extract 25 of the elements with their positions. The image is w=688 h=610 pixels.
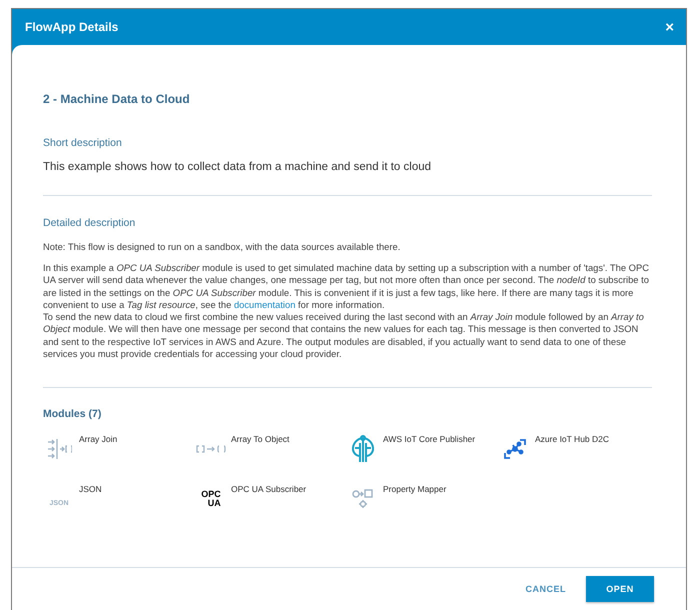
array-join-icon	[46, 438, 72, 460]
module-name[interactable]: OPC UA Subscriber	[231, 484, 306, 494]
open-button[interactable]: OPEN	[586, 576, 654, 602]
opc-ua-logo-icon: OPC UA	[201, 490, 221, 508]
documentation-link[interactable]: documentation	[234, 298, 296, 310]
flow-title: 2 - Machine Data to Cloud	[43, 92, 191, 106]
module-name[interactable]: AWS IoT Core Publisher	[383, 434, 476, 444]
module-name[interactable]: Array Join	[79, 434, 118, 444]
close-button[interactable]: ×	[665, 18, 674, 36]
short-description: This example shows how to collect data from a machine and send it to cloud	[43, 161, 432, 173]
module-name[interactable]: Property Mapper	[383, 484, 446, 494]
module-name[interactable]: Array To Object	[231, 434, 290, 444]
module-name[interactable]: Azure IoT Hub D2C	[535, 434, 610, 444]
note-text: Note: This flow is designed to run on a sandbox, with the data sources available there.	[43, 241, 402, 254]
description-paragraph: To send the new data to cloud we first combine the new values received during the last second with an Array Join module followed by an Array to Object module. We will then have one message per second that contains the new values for each tag. This message is then converted to JSON and sent to the respective IoT services in AWS and Azure. The output modules are disabled, if you actually want to send data to one of these services you must provide credentials for accessing your cloud provider.	[43, 311, 645, 360]
description-paragraph: In this example a OPC UA Subscriber module is used to get simulated machine data by setting up a subscription with a number of 'tags'. The OPC UA server will send data whenever the value changes, one message per tag, but not more often than once per second. The nodeId to subscribe to are listed in the settings on the OPC UA Subscriber module. This is convenient if it is just a few tags, like here. If there are many tags it is more convenient to use a Tag list resource, see the documentation for more information.	[43, 262, 650, 312]
dialog-title: FlowApp Details	[25, 20, 118, 34]
section-label: Short description	[43, 137, 123, 149]
array-to-object-icon	[196, 444, 226, 454]
circuit-tree-icon	[349, 434, 377, 463]
modules-heading: Modules (7)	[43, 408, 102, 420]
module-name[interactable]: JSON	[79, 484, 102, 494]
network-nodes-icon	[504, 438, 526, 459]
property-mapper-icon	[352, 488, 374, 509]
section-label: Detailed description	[43, 217, 136, 229]
